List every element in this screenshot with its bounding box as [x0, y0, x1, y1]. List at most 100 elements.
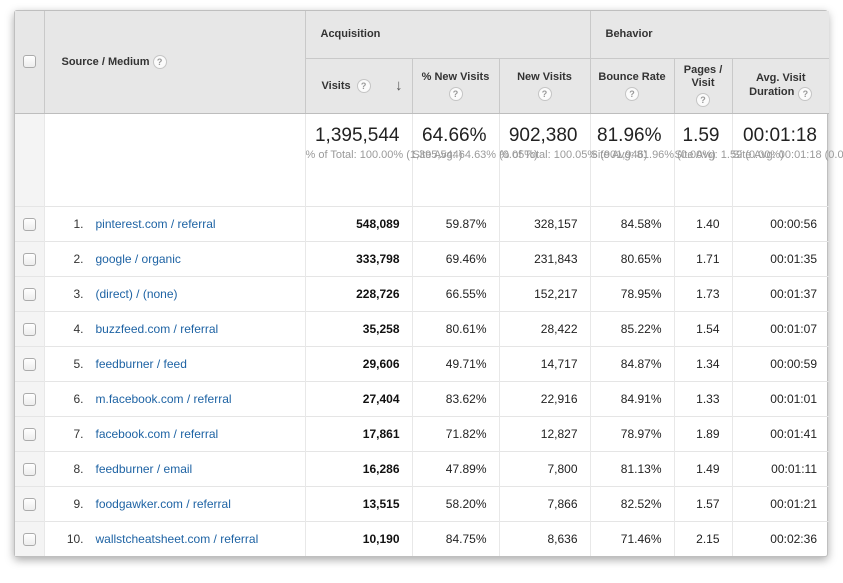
- source-medium-cell: 6.m.facebook.com / referral: [44, 381, 305, 416]
- table-row: 8.feedburner / email 16,286 47.89% 7,800…: [15, 451, 829, 486]
- new-visits-value: 12,827: [499, 416, 590, 451]
- help-icon[interactable]: ?: [625, 87, 639, 101]
- source-medium-link[interactable]: google / organic: [96, 252, 181, 266]
- behavior-label: Behavior: [606, 28, 653, 40]
- summary-checkbox-cell: [15, 113, 44, 206]
- row-checkbox-cell: [15, 311, 44, 346]
- source-medium-link[interactable]: foodgawker.com / referral: [96, 497, 231, 511]
- bounce-rate-value: 78.95%: [590, 276, 674, 311]
- select-all-checkbox[interactable]: [23, 55, 36, 68]
- row-checkbox[interactable]: [23, 323, 36, 336]
- new-visits-value: 14,717: [499, 346, 590, 381]
- visits-value: 16,286: [305, 451, 412, 486]
- source-medium-link[interactable]: feedburner / feed: [96, 357, 187, 371]
- help-icon[interactable]: ?: [357, 79, 371, 93]
- summary-pct-new-visits-note: Site Avg: 64.63% (0.05%): [413, 149, 487, 163]
- pct-new-visits-value: 83.62%: [412, 381, 499, 416]
- column-header-visits[interactable]: Visits ? ↓: [305, 58, 412, 113]
- row-checkbox[interactable]: [23, 428, 36, 441]
- column-header-new-visits[interactable]: New Visits ?: [499, 58, 590, 113]
- table-row: 7.facebook.com / referral 17,861 71.82% …: [15, 416, 829, 451]
- source-medium-link[interactable]: facebook.com / referral: [96, 427, 219, 441]
- bounce-rate-value: 80.65%: [590, 241, 674, 276]
- help-icon[interactable]: ?: [798, 87, 812, 101]
- help-icon[interactable]: ?: [696, 93, 710, 107]
- table-row: 4.buzzfeed.com / referral 35,258 80.61% …: [15, 311, 829, 346]
- summary-new-visits-note: % of Total: 100.05% (901,946): [500, 149, 578, 163]
- row-rank: 8.: [57, 462, 84, 476]
- row-checkbox[interactable]: [23, 498, 36, 511]
- column-header-avg-visit-duration[interactable]: Avg. Visit Duration?: [732, 58, 829, 113]
- row-rank: 7.: [57, 427, 84, 441]
- pages-visit-value: 1.57: [674, 486, 732, 521]
- row-rank: 1.: [57, 217, 84, 231]
- summary-pages-visit-note: Site Avg: 1.59 (0.00%): [675, 149, 720, 163]
- pages-visit-value: 1.40: [674, 206, 732, 241]
- pct-new-visits-value: 59.87%: [412, 206, 499, 241]
- source-medium-link[interactable]: (direct) / (none): [96, 287, 178, 301]
- row-checkbox-cell: [15, 381, 44, 416]
- pages-visit-value: 1.71: [674, 241, 732, 276]
- new-visits-value: 7,800: [499, 451, 590, 486]
- row-checkbox[interactable]: [23, 358, 36, 371]
- column-header-pct-new-visits[interactable]: % New Visits ?: [412, 58, 499, 113]
- row-checkbox-cell: [15, 241, 44, 276]
- summary-pages-visit-value: 1.59: [675, 125, 720, 146]
- help-icon[interactable]: ?: [538, 87, 552, 101]
- group-header-acquisition: Acquisition: [305, 11, 590, 58]
- new-visits-value: 231,843: [499, 241, 590, 276]
- row-checkbox[interactable]: [23, 218, 36, 231]
- summary-pct-new-visits-value: 64.66%: [413, 125, 487, 146]
- visits-value: 10,190: [305, 521, 412, 556]
- group-header-behavior: Behavior: [590, 11, 829, 58]
- new-visits-value: 28,422: [499, 311, 590, 346]
- row-checkbox[interactable]: [23, 253, 36, 266]
- row-rank: 10.: [57, 532, 84, 546]
- bounce-rate-value: 85.22%: [590, 311, 674, 346]
- column-header-bounce-rate[interactable]: Bounce Rate ?: [590, 58, 674, 113]
- help-icon[interactable]: ?: [153, 55, 167, 69]
- row-rank: 4.: [57, 322, 84, 336]
- visits-value: 27,404: [305, 381, 412, 416]
- row-checkbox[interactable]: [23, 533, 36, 546]
- visits-value: 333,798: [305, 241, 412, 276]
- bounce-rate-value: 84.58%: [590, 206, 674, 241]
- visits-value: 228,726: [305, 276, 412, 311]
- summary-new-visits: 902,380 % of Total: 100.05% (901,946): [499, 113, 590, 206]
- summary-bounce-rate-note: Site Avg: 81.96% (0.00%): [591, 149, 662, 163]
- select-all-cell: [15, 11, 44, 113]
- summary-avg-visit-duration-value: 00:01:18: [733, 125, 818, 146]
- row-checkbox[interactable]: [23, 463, 36, 476]
- source-medium-link[interactable]: pinterest.com / referral: [96, 217, 216, 231]
- sort-descending-icon[interactable]: ↓: [395, 77, 403, 94]
- table-row: 5.feedburner / feed 29,606 49.71% 14,717…: [15, 346, 829, 381]
- source-medium-cell: 4. buzzfeed.com / referral: [44, 311, 305, 346]
- column-header-pages-visit[interactable]: Pages / Visit ?: [674, 58, 732, 113]
- row-rank: 5.: [57, 357, 84, 371]
- help-icon[interactable]: ?: [449, 87, 463, 101]
- bounce-rate-value: 84.91%: [590, 381, 674, 416]
- row-checkbox[interactable]: [23, 288, 36, 301]
- row-checkbox[interactable]: [23, 393, 36, 406]
- summary-visits-note: % of Total: 100.00% (1,395,544): [306, 149, 400, 163]
- source-medium-link[interactable]: wallstcheatsheet.com / referral: [96, 532, 259, 546]
- visits-value: 29,606: [305, 346, 412, 381]
- column-header-source-medium[interactable]: Source / Medium ?: [44, 11, 305, 113]
- summary-pct-new-visits: 64.66% Site Avg: 64.63% (0.05%): [412, 113, 499, 206]
- row-checkbox-cell: [15, 206, 44, 241]
- source-medium-link[interactable]: feedburner / email: [96, 462, 193, 476]
- visits-value: 13,515: [305, 486, 412, 521]
- new-visits-value: 152,217: [499, 276, 590, 311]
- summary-bounce-rate: 81.96% Site Avg: 81.96% (0.00%): [590, 113, 674, 206]
- source-medium-cell: 3. (direct) / (none): [44, 276, 305, 311]
- source-medium-link[interactable]: buzzfeed.com / referral: [96, 322, 219, 336]
- new-visits-value: 8,636: [499, 521, 590, 556]
- row-rank: 3.: [57, 287, 84, 301]
- summary-visits: 1,395,544 % of Total: 100.00% (1,395,544…: [305, 113, 412, 206]
- summary-pages-visit: 1.59 Site Avg: 1.59 (0.00%): [674, 113, 732, 206]
- pages-visit-value: 1.73: [674, 276, 732, 311]
- source-medium-link[interactable]: m.facebook.com / referral: [96, 392, 232, 406]
- avg-visit-duration-value: 00:01:37: [732, 276, 829, 311]
- bounce-rate-value: 78.97%: [590, 416, 674, 451]
- avg-visit-duration-value: 00:01:07: [732, 311, 829, 346]
